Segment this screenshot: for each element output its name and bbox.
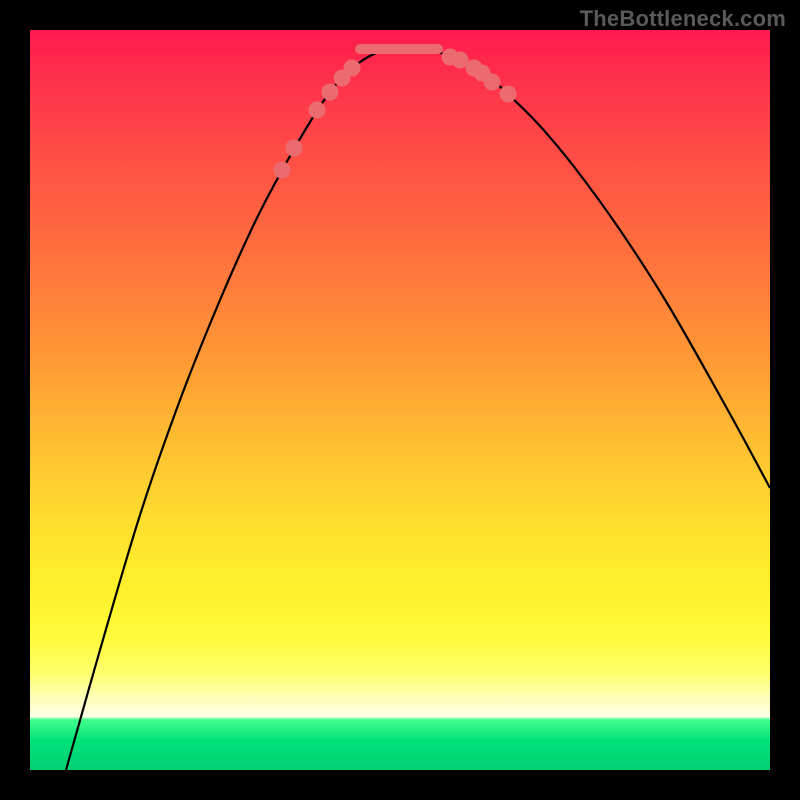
marker-dot — [484, 74, 501, 91]
plot-area — [30, 30, 770, 770]
marker-dot — [344, 60, 361, 77]
marker-dot — [274, 162, 291, 179]
marker-dot — [286, 140, 303, 157]
bottleneck-curve — [66, 48, 770, 770]
marker-dot — [309, 102, 326, 119]
watermark-text: TheBottleneck.com — [580, 6, 786, 32]
marker-dots-group — [274, 49, 517, 179]
chart-frame: TheBottleneck.com — [0, 0, 800, 800]
marker-dot — [322, 84, 339, 101]
chart-svg — [30, 30, 770, 770]
marker-dot — [500, 86, 517, 103]
